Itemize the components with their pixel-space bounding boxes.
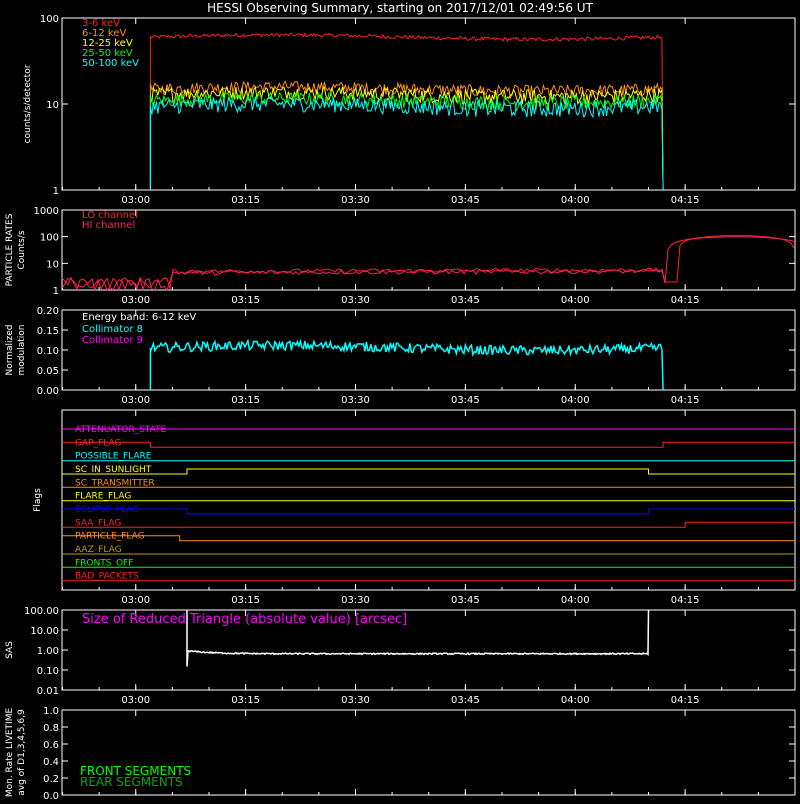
x-tick-label: 03:30 bbox=[341, 295, 370, 306]
y-tick-label: 0.2 bbox=[43, 774, 59, 785]
y-tick-label: 1 bbox=[53, 286, 59, 297]
y-axis-label: Flags bbox=[33, 488, 43, 512]
legend-entry: 50-100 keV bbox=[82, 58, 139, 69]
x-tick-label: 03:30 bbox=[341, 395, 370, 406]
y-axis-label: SAS bbox=[5, 641, 15, 659]
y-tick-label: 0.05 bbox=[37, 366, 59, 377]
y-axis-label: counts/s/detector bbox=[23, 64, 33, 143]
x-tick-label: 03:15 bbox=[231, 295, 260, 306]
y-tick-label: 0.0 bbox=[43, 791, 59, 800]
y-tick-label: 0.15 bbox=[37, 326, 59, 337]
flag-label: POSSIBLE_FLARE bbox=[75, 452, 152, 462]
x-tick-label: 04:15 bbox=[671, 595, 700, 606]
y-axis-label-2: Counts/s bbox=[17, 230, 27, 269]
observing-summary: HESSI Observing Summary, starting on 201… bbox=[0, 0, 800, 804]
x-tick-label: 03:45 bbox=[451, 395, 480, 406]
y-tick-label: 10 bbox=[46, 100, 59, 111]
y-tick-label: 10.00 bbox=[30, 626, 59, 637]
legend-entry: HI channel bbox=[82, 220, 135, 231]
y-tick-label: 1.00 bbox=[37, 646, 59, 657]
y-tick-label: 10 bbox=[46, 259, 59, 270]
x-tick-label: 04:15 bbox=[671, 295, 700, 306]
y-tick-label: 100.00 bbox=[24, 606, 59, 617]
flag-label: GAP_FLAG bbox=[75, 438, 121, 448]
x-tick-label: 03:45 bbox=[451, 695, 480, 706]
x-tick-label: 03:15 bbox=[231, 195, 260, 206]
flag-label: ATTENUATOR_STATE bbox=[75, 425, 167, 435]
x-tick-label: 03:15 bbox=[231, 395, 260, 406]
y-axis-label: PARTICLE RATES bbox=[5, 213, 15, 286]
y-tick-label: 0.6 bbox=[43, 740, 59, 751]
x-tick-label: 03:30 bbox=[341, 695, 370, 706]
flag-label: AAZ_FLAG bbox=[75, 545, 122, 555]
x-tick-label: 03:45 bbox=[451, 295, 480, 306]
flag-label: ECLIPSE_FLAG bbox=[75, 505, 139, 515]
y-axis-label-2: modulation bbox=[17, 325, 27, 376]
y-tick-label: 0.20 bbox=[37, 306, 59, 317]
y-axis-label-2: avg of D1,3,4,5,6,9 bbox=[17, 709, 27, 796]
flag-label: SAA_FLAG bbox=[75, 518, 121, 528]
x-tick-label: 03:00 bbox=[121, 195, 150, 206]
flag-label: PARTICLE_FLAG bbox=[75, 532, 145, 542]
x-tick-label: 03:30 bbox=[341, 195, 370, 206]
flag-label: SC_TRANSMITTER bbox=[75, 478, 155, 488]
page-title: HESSI Observing Summary, starting on 201… bbox=[207, 1, 593, 15]
y-tick-label: 0.10 bbox=[37, 666, 59, 677]
energy-band-note: Energy band: 6-12 keV bbox=[82, 312, 196, 323]
y-tick-label: 1 bbox=[53, 186, 59, 197]
summary-plot: HESSI Observing Summary, starting on 201… bbox=[0, 0, 800, 804]
y-tick-label: 0.8 bbox=[43, 723, 59, 734]
flag-label: FRONTS_OFF bbox=[75, 558, 133, 568]
x-tick-label: 03:15 bbox=[231, 595, 260, 606]
y-tick-label: 1.0 bbox=[43, 706, 59, 717]
y-tick-label: 0.10 bbox=[37, 346, 59, 357]
x-tick-label: 04:00 bbox=[561, 395, 590, 406]
x-tick-label: 03:00 bbox=[121, 295, 150, 306]
y-tick-label: 0.4 bbox=[43, 757, 59, 768]
x-tick-label: 04:00 bbox=[561, 695, 590, 706]
flag-label: SC_IN_SUNLIGHT bbox=[75, 465, 152, 475]
x-tick-label: 03:00 bbox=[121, 695, 150, 706]
flag-label: BAD_PACKETS bbox=[75, 572, 139, 582]
y-axis-label: Mon. Rate LIVETIME bbox=[5, 708, 15, 798]
y-tick-label: 100 bbox=[40, 233, 59, 244]
y-tick-label: 0.00 bbox=[37, 386, 59, 397]
x-tick-label: 04:15 bbox=[671, 395, 700, 406]
y-axis-label: Normalized bbox=[5, 324, 15, 375]
legend-entry: Collimator 9 bbox=[82, 335, 143, 346]
x-tick-label: 04:00 bbox=[561, 595, 590, 606]
x-tick-label: 04:00 bbox=[561, 295, 590, 306]
flag-label: FLARE_FLAG bbox=[75, 492, 131, 502]
x-tick-label: 04:15 bbox=[671, 695, 700, 706]
legend-entry: Collimator 8 bbox=[82, 324, 143, 335]
x-tick-label: 03:45 bbox=[451, 195, 480, 206]
x-tick-label: 03:00 bbox=[121, 395, 150, 406]
y-tick-label: 100 bbox=[40, 14, 59, 25]
x-tick-label: 03:45 bbox=[451, 595, 480, 606]
x-tick-label: 04:15 bbox=[671, 195, 700, 206]
y-tick-label: 0.01 bbox=[37, 686, 59, 697]
sas-note: Size of Reduced Triangle (absolute value… bbox=[82, 612, 407, 627]
legend-entry: REAR SEGMENTS bbox=[80, 775, 183, 789]
x-tick-label: 03:15 bbox=[231, 695, 260, 706]
x-tick-label: 03:30 bbox=[341, 595, 370, 606]
x-tick-label: 03:00 bbox=[121, 595, 150, 606]
y-tick-label: 1000 bbox=[34, 206, 59, 217]
x-tick-label: 04:00 bbox=[561, 195, 590, 206]
